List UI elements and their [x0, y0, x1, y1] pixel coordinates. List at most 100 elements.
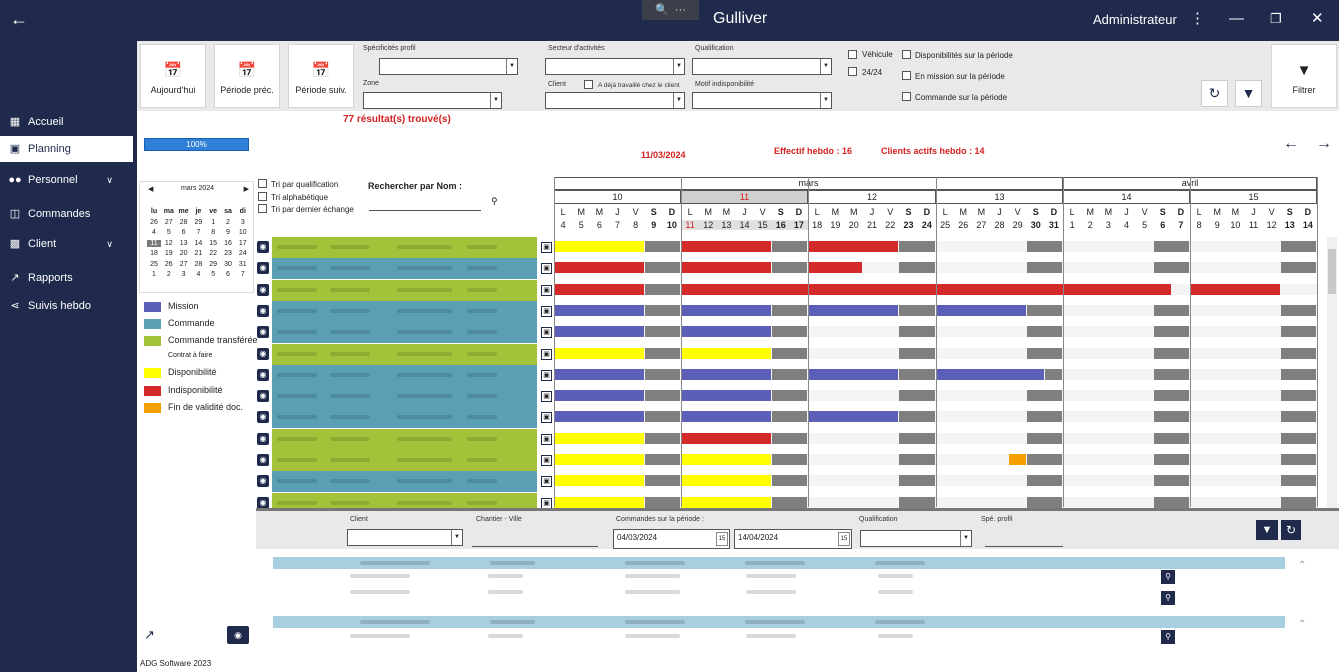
- planning-block[interactable]: [899, 390, 935, 402]
- cal-date[interactable]: 25: [147, 261, 161, 268]
- planning-block[interactable]: [936, 304, 1026, 316]
- planning-block[interactable]: [771, 475, 807, 487]
- planning-block[interactable]: [808, 262, 862, 274]
- planning-block[interactable]: [681, 411, 771, 423]
- planning-block[interactable]: [1153, 454, 1189, 465]
- cal-date[interactable]: 20: [177, 250, 191, 257]
- day-number[interactable]: 23: [899, 220, 917, 230]
- next-period-button[interactable]: 📅 Période suiv.: [288, 44, 354, 108]
- contact-card-icon[interactable]: ▣: [541, 284, 552, 296]
- cal-next-icon[interactable]: ▶: [244, 185, 249, 193]
- planning-block[interactable]: [1026, 304, 1062, 316]
- planning-block[interactable]: [554, 347, 644, 359]
- day-number[interactable]: 6: [590, 220, 608, 230]
- planning-block[interactable]: [644, 283, 680, 295]
- planning-block[interactable]: [554, 411, 644, 423]
- bottom-refresh-button[interactable]: ↻: [1281, 520, 1301, 540]
- staff-row[interactable]: [272, 386, 537, 408]
- week-header[interactable]: 11: [681, 190, 808, 204]
- day-number[interactable]: 4: [554, 220, 572, 230]
- contact-card-icon[interactable]: ▣: [541, 242, 552, 253]
- chantier-input[interactable]: [472, 546, 598, 547]
- planning-block[interactable]: [1153, 241, 1189, 252]
- cal-date[interactable]: 3: [236, 219, 250, 226]
- day-number[interactable]: 5: [1136, 220, 1154, 230]
- clear-filter-button[interactable]: ▼: [1235, 80, 1262, 107]
- qualification-select[interactable]: ▼: [692, 58, 832, 75]
- planning-block[interactable]: [771, 496, 807, 508]
- planning-block[interactable]: [936, 368, 1044, 380]
- cal-date[interactable]: 10: [236, 229, 250, 236]
- planning-block[interactable]: [1280, 496, 1316, 508]
- cal-date[interactable]: 2: [221, 219, 235, 226]
- planning-block[interactable]: [644, 496, 680, 508]
- planning-block[interactable]: [1026, 326, 1062, 338]
- planning-block[interactable]: [554, 496, 644, 508]
- sidebar-item-planning[interactable]: ▣ Planning: [0, 136, 133, 162]
- planning-block[interactable]: [808, 368, 899, 380]
- date-to-field[interactable]: 14/04/2024 15: [734, 529, 852, 549]
- cal-date[interactable]: 8: [206, 229, 220, 236]
- contact-card-icon[interactable]: ▣: [541, 263, 552, 275]
- next-arrow-icon[interactable]: →: [1316, 135, 1332, 153]
- more-vertical-icon[interactable]: ⋮: [1190, 9, 1205, 29]
- scroll-thumb[interactable]: [1328, 249, 1336, 294]
- day-number[interactable]: 21: [863, 220, 881, 230]
- cal-date[interactable]: 15: [206, 240, 220, 247]
- cal-date[interactable]: 18: [147, 250, 161, 257]
- day-number[interactable]: 4: [1117, 220, 1135, 230]
- user-name[interactable]: Administrateur: [1093, 12, 1177, 27]
- week-header[interactable]: 15: [1190, 190, 1317, 204]
- planning-block[interactable]: [1190, 283, 1280, 295]
- day-number[interactable]: 2: [1081, 220, 1099, 230]
- cal-date[interactable]: 12: [162, 240, 176, 247]
- staff-row-icon[interactable]: ◉: [257, 411, 269, 424]
- week-header[interactable]: 13: [936, 190, 1063, 204]
- planning-block[interactable]: [681, 475, 771, 487]
- planning-block[interactable]: [1026, 454, 1062, 465]
- planning-block[interactable]: [771, 347, 807, 359]
- cal-date[interactable]: 29: [206, 261, 220, 268]
- cal-date[interactable]: 27: [162, 219, 176, 226]
- planning-block[interactable]: [1280, 326, 1316, 338]
- planning-block[interactable]: [681, 262, 771, 274]
- planning-block[interactable]: [1026, 347, 1062, 359]
- staff-row-icon[interactable]: ◉: [257, 283, 269, 296]
- cal-date[interactable]: 28: [191, 261, 205, 268]
- cal-date[interactable]: 26: [147, 219, 161, 226]
- planning-block[interactable]: [1026, 390, 1062, 402]
- planning-block[interactable]: [808, 411, 899, 423]
- planning-block[interactable]: [899, 326, 935, 338]
- staff-row[interactable]: [272, 471, 537, 493]
- contact-card-icon[interactable]: ▣: [541, 476, 552, 488]
- previous-period-button[interactable]: 📅 Période préc.: [214, 44, 280, 108]
- today-button[interactable]: 📅 Aujourd'hui: [140, 44, 206, 108]
- day-number[interactable]: 14: [735, 220, 754, 230]
- day-number[interactable]: 18: [808, 220, 826, 230]
- commande-checkbox[interactable]: [902, 92, 911, 101]
- day-number[interactable]: 6: [1154, 220, 1172, 230]
- planning-block[interactable]: [1026, 475, 1062, 487]
- contact-card-icon[interactable]: ▣: [541, 327, 552, 339]
- day-number[interactable]: 13: [1281, 220, 1299, 230]
- prev-arrow-icon[interactable]: ←: [1283, 135, 1299, 153]
- cal-date[interactable]: 31: [236, 261, 250, 268]
- planning-block[interactable]: [899, 454, 935, 465]
- day-number[interactable]: 14: [1299, 220, 1317, 230]
- planning-block[interactable]: [1044, 368, 1062, 380]
- cal-date[interactable]: 5: [162, 229, 176, 236]
- sidebar-item-suivis-hebdo[interactable]: ⋖ Suivis hebdo: [0, 293, 133, 319]
- day-number[interactable]: 26: [954, 220, 972, 230]
- planning-block[interactable]: [1280, 262, 1316, 274]
- week-header[interactable]: 10: [554, 190, 681, 204]
- planning-block[interactable]: [1153, 262, 1189, 274]
- day-number[interactable]: 31: [1045, 220, 1063, 230]
- sidebar-item-personnel[interactable]: ●● Personnel ∨: [0, 167, 133, 193]
- planning-block[interactable]: [899, 304, 935, 316]
- vehicule-checkbox[interactable]: [848, 50, 857, 59]
- day-number[interactable]: 7: [1172, 220, 1190, 230]
- cal-date[interactable]: 29: [191, 219, 205, 226]
- day-number[interactable]: 20: [845, 220, 863, 230]
- contact-card-icon[interactable]: ▣: [541, 412, 552, 424]
- day-number[interactable]: 1: [1063, 220, 1081, 230]
